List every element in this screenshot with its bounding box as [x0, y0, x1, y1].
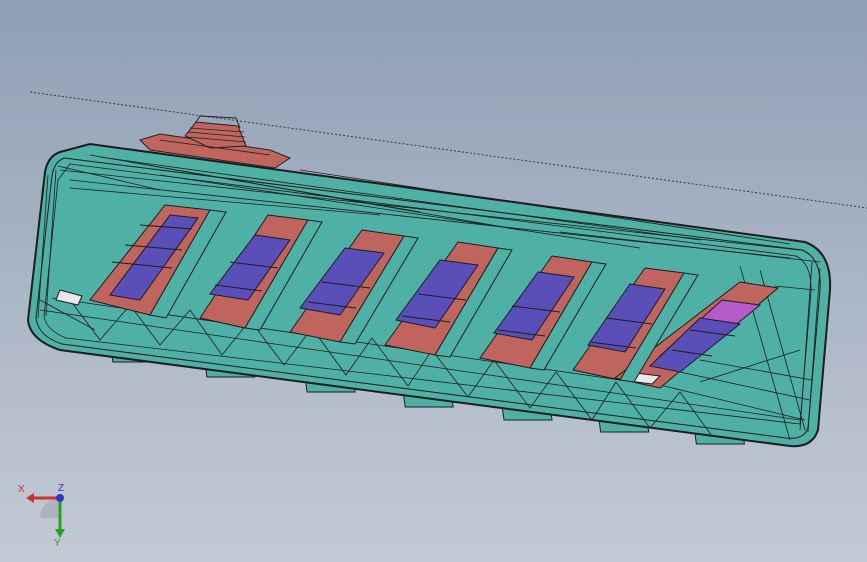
- 3d-viewport[interactable]: X Z Y: [0, 0, 867, 562]
- y-axis-label: Y: [54, 538, 61, 548]
- z-axis-label: Z: [58, 483, 64, 494]
- coordinate-triad: X Z Y: [18, 483, 65, 548]
- x-axis-label: X: [18, 484, 25, 495]
- cad-model-view[interactable]: [0, 0, 867, 562]
